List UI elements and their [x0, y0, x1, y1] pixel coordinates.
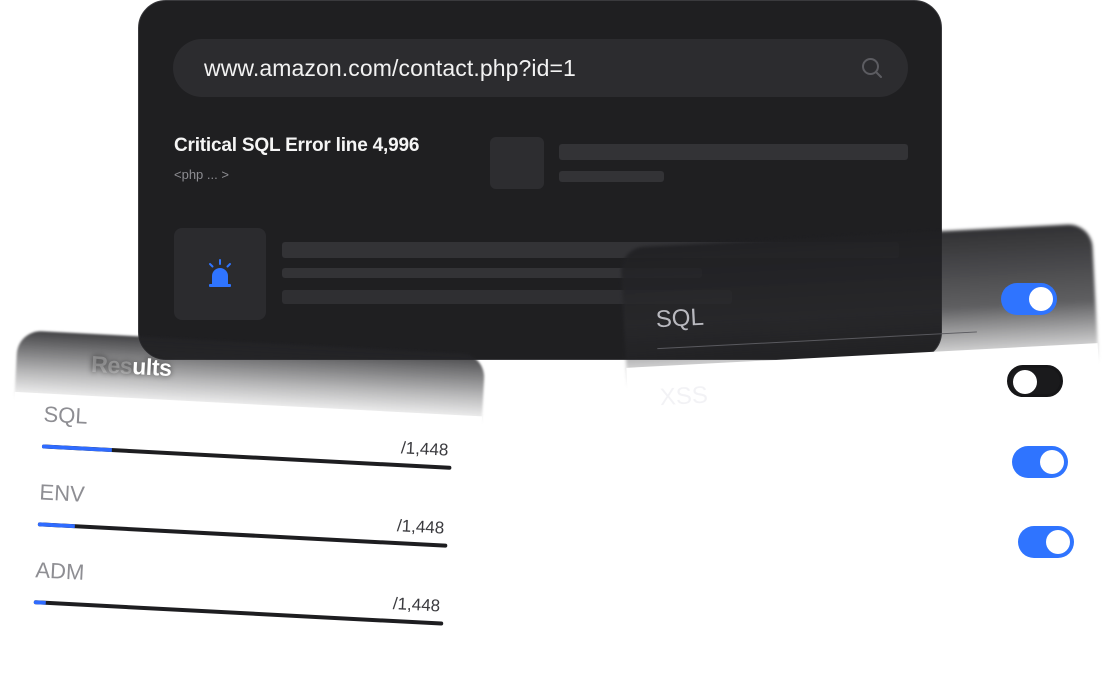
progress-fill	[33, 600, 47, 605]
result-label: ADM	[34, 557, 85, 585]
toggle-knob	[1013, 370, 1037, 394]
result-count: /1,448	[396, 516, 445, 538]
toggle-xss[interactable]	[1007, 365, 1063, 397]
alert-tile	[174, 228, 266, 320]
placeholder-thumbnail	[490, 137, 544, 189]
results-title-visible: ults	[131, 353, 173, 382]
toggle-option-4[interactable]	[1018, 526, 1074, 558]
option-label-xss: XSS	[659, 381, 709, 412]
results-title: Results	[91, 351, 173, 382]
results-title-faded: Res	[90, 350, 133, 380]
url-bar[interactable]: www.amazon.com/contact.php?id=1	[173, 39, 908, 97]
search-icon[interactable]	[860, 56, 884, 80]
url-text[interactable]: www.amazon.com/contact.php?id=1	[204, 55, 576, 82]
option-label-sql: SQL	[655, 303, 705, 334]
toggle-sql[interactable]	[1001, 283, 1057, 315]
error-subtitle: <php ... >	[174, 167, 229, 182]
placeholder-line	[559, 144, 908, 160]
toggle-knob	[1029, 287, 1053, 311]
toggle-knob	[1046, 530, 1070, 554]
result-label: SQL	[42, 401, 89, 429]
result-count: /1,448	[392, 594, 441, 616]
error-title: Critical SQL Error line 4,996	[174, 135, 420, 156]
toggle-option-3[interactable]	[1012, 446, 1068, 478]
toggle-knob	[1040, 450, 1064, 474]
progress-fill	[41, 444, 112, 453]
siren-icon	[209, 259, 231, 287]
result-count: /1,448	[400, 438, 449, 460]
results-card: Results SQL /1,448 ENV /1,448 ADM /1,448	[1, 330, 486, 676]
result-label: ENV	[38, 479, 86, 507]
placeholder-line	[559, 171, 664, 182]
progress-fill	[37, 522, 75, 529]
